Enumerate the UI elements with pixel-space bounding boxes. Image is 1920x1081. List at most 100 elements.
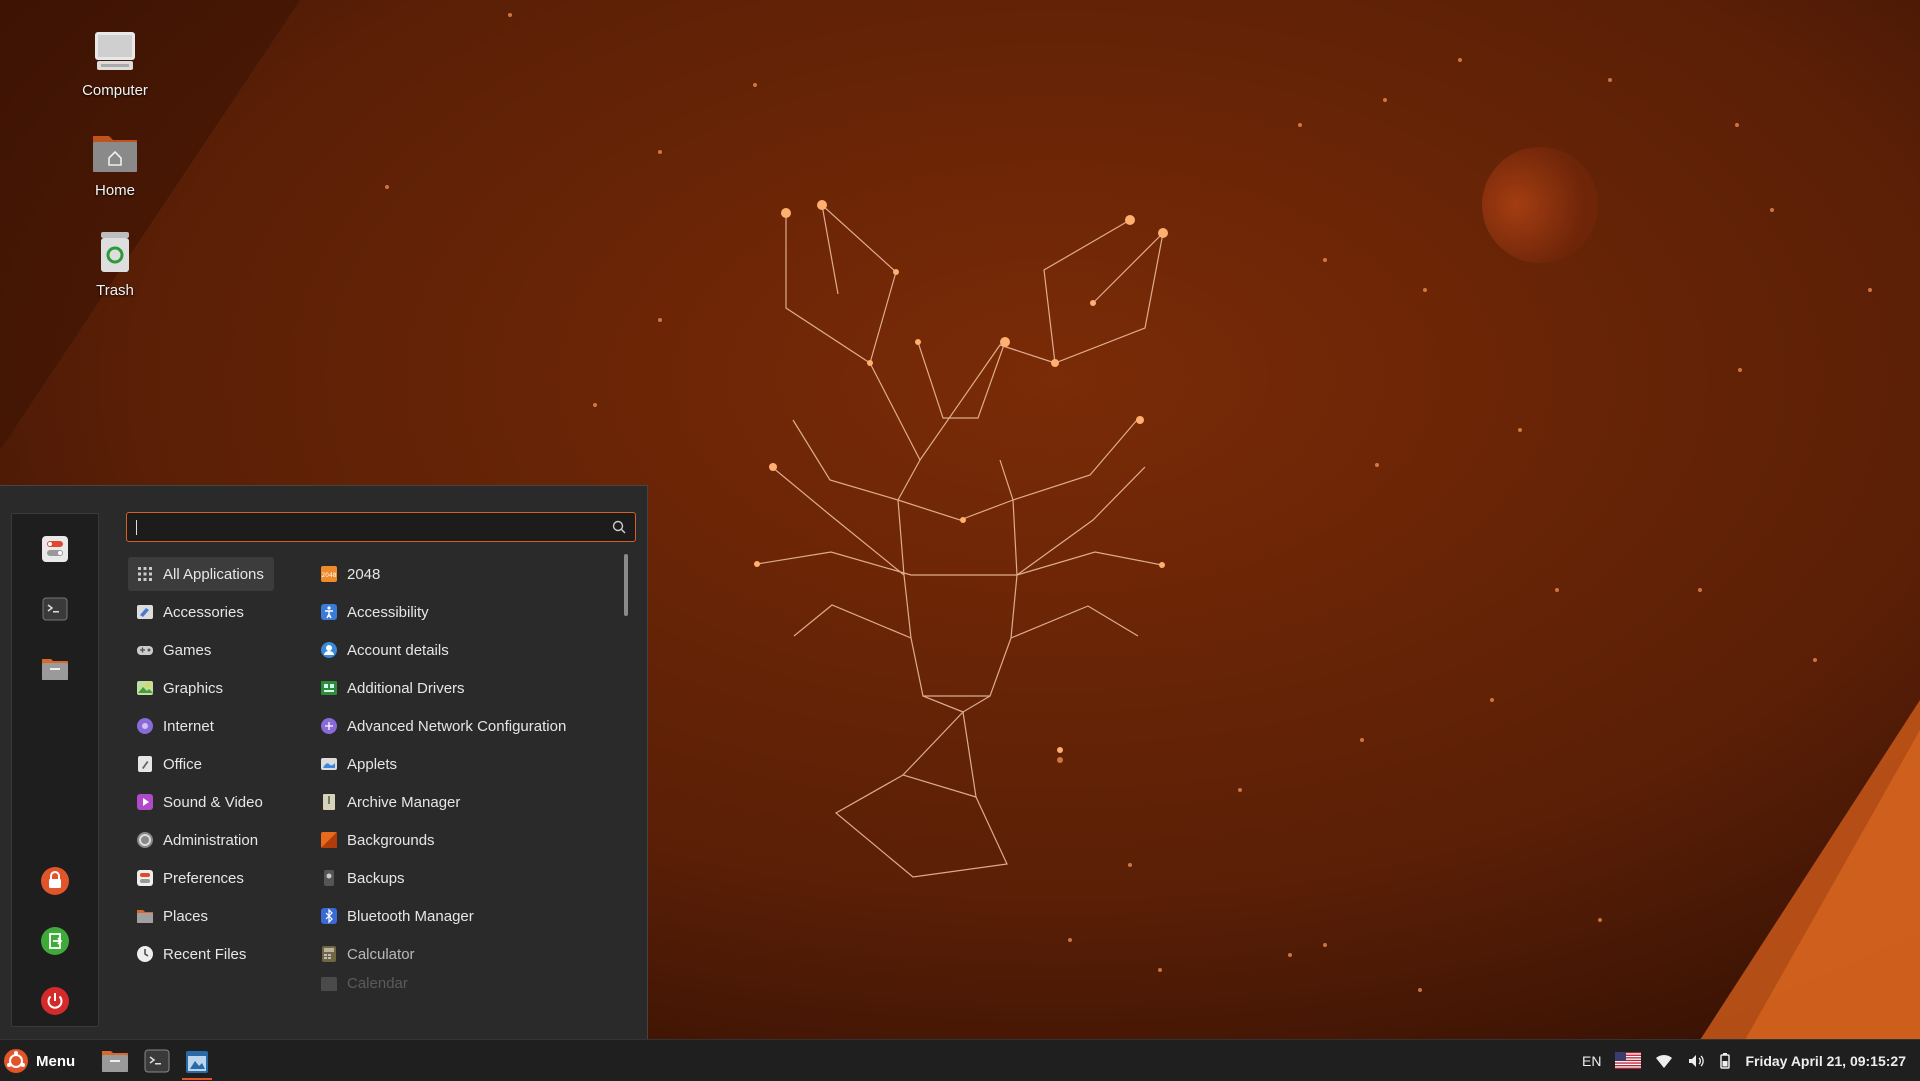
app-label: Backgrounds (347, 831, 435, 849)
category-label: Administration (163, 831, 259, 849)
app-label: Calendar (347, 975, 408, 991)
preferences-icon (136, 869, 154, 887)
clock-icon (136, 945, 154, 963)
fav-terminal[interactable] (33, 587, 77, 631)
calendar-icon (320, 975, 338, 991)
app-label: Accessibility (347, 603, 429, 621)
terminal-icon (42, 597, 68, 621)
app-additional-drivers[interactable]: Additional Drivers (320, 671, 465, 705)
app-backgrounds[interactable]: Backgrounds (320, 823, 435, 857)
2048-icon: 2048 (320, 565, 338, 583)
app-advanced-network-configuration[interactable]: Advanced Network Configuration (320, 709, 566, 743)
app-accessibility[interactable]: Accessibility (320, 595, 429, 629)
category-accessories[interactable]: Accessories (128, 595, 274, 629)
archive-icon (320, 793, 338, 811)
app-label: Advanced Network Configuration (347, 717, 567, 735)
category-label: Games (163, 641, 212, 659)
search-icon (612, 520, 626, 534)
category-recent-files[interactable]: Recent Files (128, 937, 274, 971)
keyboard-layout-indicator[interactable]: EN (1582, 1053, 1601, 1069)
backups-icon (320, 869, 338, 887)
category-sound-video[interactable]: Sound & Video (128, 785, 274, 819)
us-flag-icon[interactable] (1615, 1052, 1642, 1069)
taskbar-window-button[interactable] (182, 1046, 212, 1080)
lock-icon (41, 867, 69, 895)
battery-icon[interactable] (1719, 1052, 1731, 1069)
app-archive-manager[interactable]: Archive Manager (320, 785, 460, 819)
app-label: Archive Manager (347, 793, 461, 811)
text-caret (136, 520, 137, 535)
category-office[interactable]: Office (128, 747, 274, 781)
category-label: Graphics (163, 679, 224, 697)
menu-logo-icon (4, 1049, 28, 1073)
app-backups[interactable]: Backups (320, 861, 405, 895)
category-places[interactable]: Places (128, 899, 274, 933)
fav-files[interactable] (33, 647, 77, 691)
app-applets[interactable]: Applets (320, 747, 397, 781)
category-all-applications[interactable]: All Applications (128, 557, 274, 591)
app-bluetooth-manager[interactable]: Bluetooth Manager (320, 899, 474, 933)
app-label: 2048 (347, 565, 381, 583)
category-label: Office (163, 755, 202, 773)
logout-icon (41, 927, 69, 955)
play-icon (136, 793, 154, 811)
app-window-icon (186, 1051, 208, 1073)
app-label: Account details (347, 641, 449, 659)
shutdown-button[interactable] (33, 979, 77, 1023)
desktop-icon-label: Trash (96, 282, 134, 299)
system-tray: EN Friday April 21, 09:15:27 (1568, 1040, 1906, 1081)
desktop-icon-computer[interactable]: Computer (60, 28, 170, 99)
volume-icon[interactable] (1687, 1053, 1705, 1069)
trash-icon (101, 232, 129, 272)
category-label: Internet (163, 717, 214, 735)
category-preferences[interactable]: Preferences (128, 861, 274, 895)
category-internet[interactable]: Internet (128, 709, 274, 743)
app-calculator[interactable]: Calculator (320, 937, 415, 971)
accessibility-icon (320, 603, 338, 621)
files-icon (42, 659, 68, 680)
account-icon (320, 641, 338, 659)
menu-button-label: Menu (36, 1052, 76, 1070)
app-2048[interactable]: 2048 2048 (320, 557, 380, 591)
category-graphics[interactable]: Graphics (128, 671, 274, 705)
logout-button[interactable] (33, 919, 77, 963)
wifi-icon[interactable] (1655, 1053, 1673, 1069)
taskbar-launcher-terminal[interactable] (142, 1046, 172, 1076)
app-list-scrollbar[interactable] (624, 554, 628, 616)
gamepad-icon (136, 641, 154, 659)
home-folder-icon (93, 136, 137, 172)
app-label: Applets (347, 755, 398, 773)
calculator-icon (320, 945, 338, 963)
globe-icon (136, 717, 154, 735)
computer-icon (95, 32, 135, 70)
desktop-icon-label: Computer (82, 82, 148, 99)
category-administration[interactable]: Administration (128, 823, 274, 857)
image-icon (136, 679, 154, 697)
app-account-details[interactable]: Account details (320, 633, 449, 667)
app-label: Backups (347, 869, 405, 887)
admin-icon (136, 831, 154, 849)
fav-settings[interactable] (33, 527, 77, 571)
taskbar-launcher-files[interactable] (100, 1046, 130, 1076)
menu-button[interactable]: Menu (2, 1046, 75, 1076)
category-games[interactable]: Games (128, 633, 274, 667)
folder-icon (136, 907, 154, 925)
category-label: Recent Files (163, 945, 247, 963)
clock[interactable]: Friday April 21, 09:15:27 (1745, 1053, 1906, 1069)
network-icon (320, 717, 338, 735)
applets-icon (320, 755, 338, 773)
desktop-icon-label: Home (94, 182, 135, 199)
desktop-icon-trash[interactable]: Trash (60, 228, 170, 299)
menu-search-input[interactable] (126, 512, 636, 542)
favorites-bar (11, 513, 99, 1027)
settings-icon (42, 536, 68, 562)
app-calendar[interactable]: Calendar (320, 975, 408, 991)
backgrounds-icon (320, 831, 338, 849)
category-label: Preferences (163, 869, 244, 887)
desktop-icon-home[interactable]: Home (60, 128, 170, 199)
terminal-icon (144, 1049, 170, 1073)
taskbar: Menu EN Friday April 21, 09:15:27 (0, 1039, 1920, 1081)
accessories-icon (136, 603, 154, 621)
lock-screen-button[interactable] (33, 859, 77, 903)
category-label: All Applications (163, 565, 264, 583)
